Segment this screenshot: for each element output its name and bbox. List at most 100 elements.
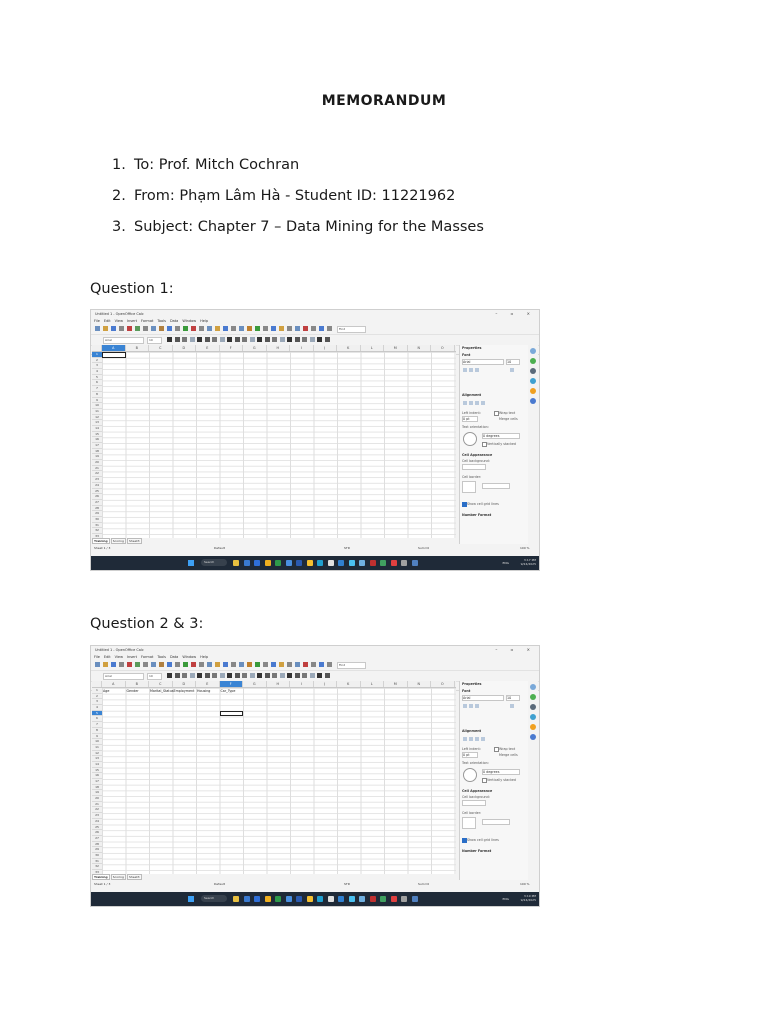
menu-view[interactable]: View: [115, 655, 123, 659]
toolbar-icon[interactable]: [327, 662, 332, 667]
language-indicator[interactable]: ENG: [503, 897, 509, 901]
toolbar-icon[interactable]: [127, 662, 132, 667]
toolbar-icon[interactable]: [167, 326, 172, 331]
column-header[interactable]: O: [431, 345, 455, 351]
format-toolbar-icon[interactable]: [249, 673, 255, 678]
format-toolbar-icon[interactable]: [174, 337, 180, 342]
toolbar-icon[interactable]: [255, 662, 260, 667]
format-toolbar-icon[interactable]: [294, 337, 300, 342]
taskbar-app-icon[interactable]: [380, 560, 386, 566]
settings-deck-icon[interactable]: [530, 734, 536, 740]
column-header[interactable]: J: [314, 345, 337, 351]
header-cell[interactable]: Gender: [127, 688, 139, 694]
corner-select-all[interactable]: [92, 345, 102, 351]
align-justify-icon[interactable]: [481, 401, 485, 405]
format-toolbar-icon[interactable]: [309, 673, 315, 678]
styles-deck-icon[interactable]: [530, 694, 536, 700]
window-controls[interactable]: – ▫ ×: [495, 310, 536, 318]
system-clock[interactable]: 3:17 PM 9/24/2025: [521, 558, 536, 566]
align-justify-icon[interactable]: [481, 737, 485, 741]
toolbar-icon[interactable]: [255, 326, 260, 331]
format-toolbar-icon[interactable]: [287, 673, 292, 678]
header-cell[interactable]: Car_Type: [221, 688, 236, 694]
language-indicator[interactable]: ENG: [503, 561, 509, 565]
toolbar-icon[interactable]: [111, 662, 116, 667]
menu-data[interactable]: Data: [170, 655, 178, 659]
indent-field[interactable]: 0 pt: [462, 752, 478, 758]
toolbar-icon[interactable]: [143, 662, 148, 667]
menu-format[interactable]: Format: [141, 655, 153, 659]
column-header[interactable]: D: [173, 345, 196, 351]
toolbar-icon[interactable]: [319, 662, 324, 667]
toolbar-icon[interactable]: [135, 326, 140, 331]
column-header[interactable]: M: [384, 345, 408, 351]
toolbar-icon[interactable]: [223, 662, 228, 667]
line-style-picker[interactable]: [482, 483, 510, 489]
align-right-icon[interactable]: [475, 401, 479, 405]
format-toolbar-icon[interactable]: [182, 673, 187, 678]
taskbar-app-icon[interactable]: [264, 896, 271, 902]
taskbar-app-icon[interactable]: [254, 896, 260, 902]
format-toolbar-icon[interactable]: [212, 337, 217, 342]
header-cell[interactable]: Employment: [174, 688, 195, 694]
windows-start-icon[interactable]: [188, 896, 194, 902]
find-field[interactable]: Find: [337, 326, 366, 333]
menu-data[interactable]: Data: [170, 319, 178, 323]
alignment-section[interactable]: Alignment: [462, 393, 481, 397]
format-toolbar-icon[interactable]: [242, 337, 247, 342]
windows-start-icon[interactable]: [188, 560, 194, 566]
format-toolbar-icon[interactable]: [167, 337, 172, 342]
taskbar-app-icon[interactable]: [348, 560, 355, 566]
functions-deck-icon[interactable]: [530, 724, 536, 730]
toolbar-icon[interactable]: [135, 662, 140, 667]
column-header[interactable]: F: [219, 681, 243, 687]
column-header[interactable]: K: [337, 681, 361, 687]
format-toolbar-icon[interactable]: [294, 673, 300, 678]
taskbar-search[interactable]: Search: [201, 559, 227, 566]
taskbar-app-icon[interactable]: [369, 560, 376, 566]
cell-border-picker[interactable]: [462, 817, 476, 829]
menu-edit[interactable]: Edit: [104, 655, 111, 659]
toolbar-icon[interactable]: [223, 326, 228, 331]
align-center-icon[interactable]: [469, 737, 473, 741]
sidebar-font-name[interactable]: Arial: [462, 359, 504, 365]
format-toolbar-icon[interactable]: [219, 337, 225, 342]
font-name-box[interactable]: Arial: [103, 673, 144, 680]
sheet-tab-scoring[interactable]: Scoring: [110, 874, 126, 880]
cell-border-picker[interactable]: [462, 481, 476, 493]
format-toolbar-icon[interactable]: [189, 337, 195, 342]
column-header[interactable]: I: [290, 345, 314, 351]
navigator-deck-icon[interactable]: [530, 714, 536, 720]
toolbar-icon[interactable]: [287, 326, 292, 331]
toolbar-icon[interactable]: [95, 662, 100, 667]
format-toolbar-icon[interactable]: [257, 673, 262, 678]
align-left-icon[interactable]: [463, 737, 467, 741]
properties-deck-icon[interactable]: [530, 348, 536, 354]
taskbar-app-icon[interactable]: [233, 896, 239, 902]
settings-deck-icon[interactable]: [530, 398, 536, 404]
toolbar-icon[interactable]: [247, 662, 252, 667]
menu-insert[interactable]: Insert: [127, 319, 137, 323]
column-header[interactable]: H: [267, 345, 290, 351]
alignment-section[interactable]: Alignment: [462, 729, 481, 733]
toolbar-icon[interactable]: [151, 326, 156, 331]
toolbar-icon[interactable]: [167, 662, 172, 667]
column-header[interactable]: G: [243, 681, 267, 687]
column-header[interactable]: N: [408, 681, 431, 687]
toolbar-icon[interactable]: [311, 326, 316, 331]
taskbar-app-icon[interactable]: [264, 560, 271, 566]
toolbar-icon[interactable]: [295, 326, 300, 331]
taskbar-app-icon[interactable]: [233, 560, 239, 566]
taskbar-search[interactable]: Search: [201, 895, 227, 902]
toolbar-icon[interactable]: [311, 662, 316, 667]
toolbar-icon[interactable]: [119, 326, 124, 331]
format-toolbar-icon[interactable]: [182, 337, 187, 342]
sidebar-font-size[interactable]: 10: [506, 359, 520, 365]
format-toolbar-icon[interactable]: [279, 337, 285, 342]
sheet-tab-sheet3[interactable]: Sheet3: [126, 538, 142, 544]
format-toolbar-icon[interactable]: [204, 337, 210, 342]
taskbar-app-icon[interactable]: [401, 896, 407, 902]
taskbar-app-icon[interactable]: [380, 896, 386, 902]
toolbar-icon[interactable]: [287, 662, 292, 667]
toolbar-icon[interactable]: [231, 662, 236, 667]
